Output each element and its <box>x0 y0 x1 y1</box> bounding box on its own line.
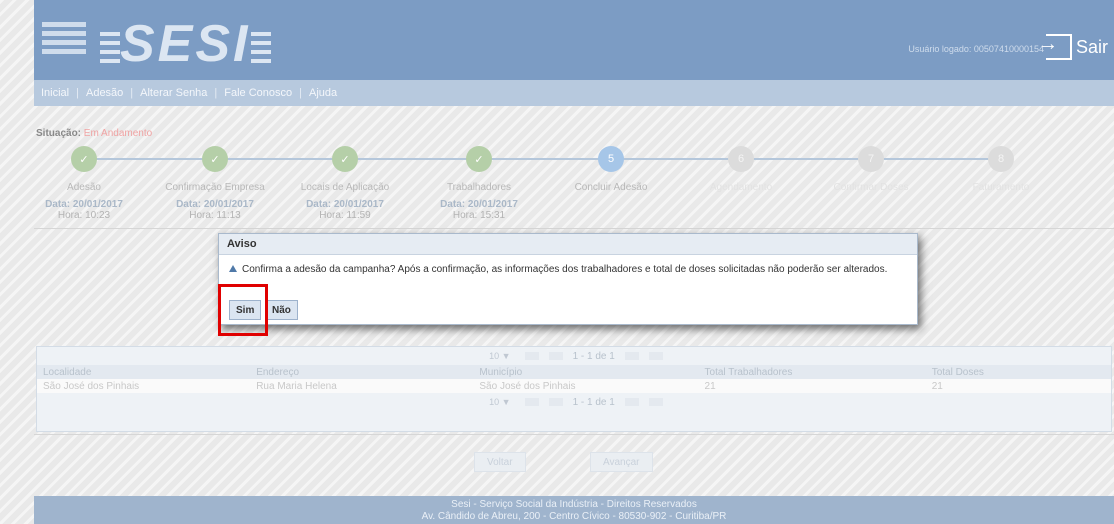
step-label: Concluir Adesão <box>574 182 648 193</box>
step-label: Trabalhadores <box>446 182 512 193</box>
step-number: 7 <box>858 146 884 172</box>
back-button[interactable]: Voltar <box>474 452 526 472</box>
exit-icon <box>1038 33 1072 60</box>
step-done-check-icon: ✓ <box>332 146 358 172</box>
page-size-select[interactable]: 10 ▼ <box>485 397 514 407</box>
step-trabalhadores: ✓ Trabalhadores Data: 20/01/2017 Hora: 15… <box>414 146 544 221</box>
nav-item-fale-conosco[interactable]: Fale Conosco <box>217 87 299 99</box>
dialog-title: Aviso <box>219 234 917 255</box>
next-button[interactable]: Avançar <box>590 452 653 472</box>
nav-item-ajuda[interactable]: Ajuda <box>302 87 344 99</box>
table-pager-top: 10 ▼ 1 - 1 de 1 <box>37 347 1111 365</box>
table-header: Localidade Endereço Município Total Trab… <box>37 365 1111 379</box>
sesi-logo: SESI <box>100 14 271 74</box>
page-size-select[interactable]: 10 ▼ <box>485 351 514 361</box>
step-done-check-icon: ✓ <box>466 146 492 172</box>
warning-icon <box>229 265 237 272</box>
table-cell: 21 <box>704 380 716 392</box>
table-cell: Rua Maria Helena <box>256 380 337 392</box>
step-number: 8 <box>988 146 1014 172</box>
exit-label: Sair <box>1075 36 1108 57</box>
step-number: 5 <box>598 146 624 172</box>
step-faturamento: 8 Faturamento <box>936 146 1066 193</box>
status-label: Situação: <box>36 128 82 139</box>
main-nav: Inicial | Adesão | Alterar Senha | Fale Con… <box>34 80 1114 106</box>
step-concluir-adesao: 5 Concluir Adesão <box>546 146 676 193</box>
last-page-button[interactable] <box>648 352 663 360</box>
step-label: Adesão <box>67 182 101 193</box>
no-button[interactable]: Não <box>265 300 298 320</box>
system-logo <box>42 22 88 62</box>
step-date: Data: 20/01/2017 Hora: 15:31 <box>440 199 518 221</box>
column-header[interactable]: Endereço <box>250 367 473 378</box>
table-pager-bottom: 10 ▼ 1 - 1 de 1 <box>37 393 1111 411</box>
footer: Sesi - Serviço Social da Indústria - Dir… <box>34 496 1114 524</box>
page-range: 1 - 1 de 1 <box>572 396 615 408</box>
column-header[interactable]: Localidade <box>37 367 250 378</box>
divider <box>34 434 1114 435</box>
logged-user: Usuário logado: 00507410000154 <box>908 44 1044 54</box>
step-locais-aplicacao: ✓ Locais de Aplicação Data: 20/01/2017 Ho… <box>280 146 410 221</box>
status-value: Em Andamento <box>83 128 153 139</box>
prev-page-button[interactable] <box>548 398 563 406</box>
nav-item-adesao[interactable]: Adesão <box>79 87 130 99</box>
table-cell: São José dos Pinhais <box>43 380 140 392</box>
column-header[interactable]: Total Trabalhadores <box>699 367 926 378</box>
next-page-button[interactable] <box>624 398 639 406</box>
step-label: Confirmar Doses <box>833 182 909 193</box>
nav-item-inicial[interactable]: Inicial <box>34 87 76 99</box>
step-label: Faturamento <box>972 182 1030 193</box>
table-cell: 21 <box>931 380 943 392</box>
step-confirmar-doses: 7 Confirmar Doses <box>806 146 936 193</box>
step-confirmacao-empresa: ✓ Confirmação Empresa Data: 20/01/2017 Ho… <box>150 146 280 221</box>
highlight-box <box>218 284 268 336</box>
status-line: Situação: Em Andamento <box>36 128 152 139</box>
prev-page-button[interactable] <box>548 352 563 360</box>
column-header[interactable]: Município <box>473 367 698 378</box>
step-date: Data: 20/01/2017 Hora: 10:23 <box>45 199 123 221</box>
divider <box>34 228 1114 229</box>
table-row[interactable]: São José dos Pinhais Rua Maria Helena Sã… <box>37 379 1111 393</box>
step-number: 6 <box>728 146 754 172</box>
footer-line-2: Av. Cândido de Abreu, 200 - Centro Cívic… <box>421 511 727 522</box>
exit-button[interactable]: Sair <box>1038 33 1108 60</box>
confirm-dialog: Aviso Confirma a adesão da campanha? Apó… <box>218 233 918 325</box>
page-range: 1 - 1 de 1 <box>572 350 615 362</box>
locations-table: 10 ▼ 1 - 1 de 1 Localidade Endereço Muni… <box>36 346 1112 432</box>
last-page-button[interactable] <box>648 398 663 406</box>
nav-item-alterar-senha[interactable]: Alterar Senha <box>133 87 214 99</box>
step-label: Locais de Aplicação <box>300 182 390 193</box>
header: SESI Usuário logado: 00507410000154 Sair <box>34 0 1114 80</box>
step-date: Data: 20/01/2017 Hora: 11:13 <box>176 199 254 221</box>
next-page-button[interactable] <box>624 352 639 360</box>
step-date: Data: 20/01/2017 Hora: 11:59 <box>306 199 384 221</box>
step-agendamento: 6 Agendamento <box>676 146 806 193</box>
first-page-button[interactable] <box>524 352 539 360</box>
first-page-button[interactable] <box>524 398 539 406</box>
footer-line-1: Sesi - Serviço Social da Indústria - Dir… <box>451 499 697 510</box>
step-adesao: ✓ Adesão Data: 20/01/2017 Hora: 10:23 <box>19 146 149 221</box>
step-label: Confirmação Empresa <box>165 182 265 193</box>
dialog-message: Confirma a adesão da campanha? Após a co… <box>242 264 888 275</box>
dialog-message-line: Confirma a adesão da campanha? Após a co… <box>229 264 887 275</box>
table-cell: São José dos Pinhais <box>479 380 576 392</box>
column-header[interactable]: Total Doses <box>926 367 1111 378</box>
step-label: Agendamento <box>709 182 773 193</box>
step-done-check-icon: ✓ <box>202 146 228 172</box>
step-done-check-icon: ✓ <box>71 146 97 172</box>
